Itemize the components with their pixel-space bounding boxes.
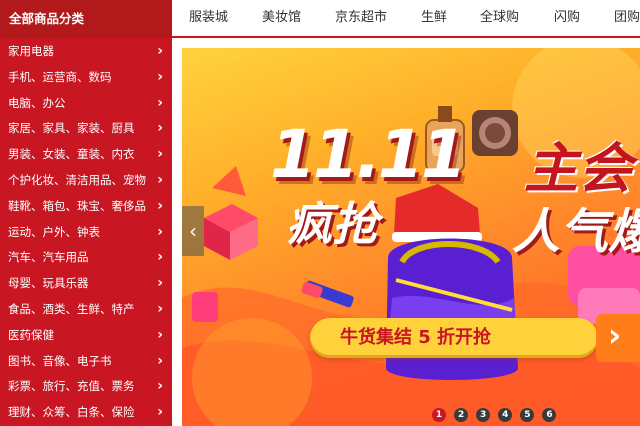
jd-home-page: 全部商品分类 家用电器 › 手机、运营商、数码 › 电脑、办公 › 家居、家具、家装、… (0, 0, 640, 426)
chevron-right-icon: › (157, 404, 163, 421)
category-label: 鞋靴、箱包、珠宝、奢侈品 (8, 198, 146, 213)
category-item[interactable]: 个护化妆、清洁用品、宠物 › (0, 168, 172, 194)
nav-link-apparel[interactable]: 服装城 (189, 0, 228, 36)
chevron-right-icon: › (157, 378, 163, 395)
category-item[interactable]: 运动、户外、钟表 › (0, 220, 172, 246)
category-item[interactable]: 电脑、办公 › (0, 91, 172, 117)
promo-banner[interactable]: 11.11 主会 疯抢 人气爆 牛货集结 5 折开抢 › (182, 48, 640, 426)
chevron-right-icon: › (157, 171, 163, 188)
category-item[interactable]: 家用电器 › (0, 39, 172, 65)
category-item[interactable]: 食品、酒类、生鲜、特产 › (0, 297, 172, 323)
banner-cta-arrow-button[interactable]: › (596, 314, 640, 362)
category-item[interactable]: 家居、家具、家装、厨具 › (0, 116, 172, 142)
chevron-left-icon: ‹ (189, 219, 197, 243)
chevron-right-icon: › (157, 43, 163, 59)
carousel-dot[interactable]: 1 (432, 408, 446, 422)
category-label: 男装、女装、童装、内衣 (8, 147, 135, 162)
category-item[interactable]: 手机、运营商、数码 › (0, 65, 172, 91)
category-sidebar: 全部商品分类 家用电器 › 手机、运营商、数码 › 电脑、办公 › 家居、家具、家装、… (0, 0, 172, 426)
banner-cta-button[interactable]: 牛货集结 5 折开抢 (310, 318, 598, 358)
category-label: 个护化妆、清洁用品、宠物 (8, 172, 146, 187)
chevron-right-icon: › (157, 94, 163, 111)
banner-cta-text: 牛货集结 5 折开抢 (340, 327, 492, 348)
category-item[interactable]: 鞋靴、箱包、珠宝、奢侈品 › (0, 194, 172, 220)
category-item[interactable]: 医药保健 › (0, 323, 172, 349)
category-list: 家用电器 › 手机、运营商、数码 › 电脑、办公 › 家居、家具、家装、厨具 › 男装、… (0, 38, 172, 426)
nav-link-global[interactable]: 全球购 (480, 0, 519, 36)
category-label: 图书、音像、电子书 (8, 353, 112, 368)
nav-link-beauty[interactable]: 美妆馆 (262, 0, 301, 36)
carousel-pagination: 1 2 3 4 5 6 (432, 402, 559, 422)
chevron-right-icon: › (157, 197, 163, 214)
category-label: 家居、家具、家装、厨具 (8, 121, 135, 136)
category-label: 家用电器 (8, 44, 54, 58)
all-categories-title[interactable]: 全部商品分类 (0, 0, 172, 38)
chevron-right-icon: › (157, 352, 163, 369)
category-label: 汽车、汽车用品 (8, 250, 89, 265)
chevron-right-icon: › (157, 223, 163, 240)
category-item[interactable]: 图书、音像、电子书 › (0, 349, 172, 375)
category-label: 理财、众筹、白条、保险 (8, 405, 135, 420)
carousel-prev-button[interactable]: ‹ (182, 206, 204, 256)
nav-link-supermarket[interactable]: 京东超市 (335, 0, 387, 36)
category-label: 医药保健 (8, 327, 54, 342)
top-navigation: 服装城 美妆馆 京东超市 生鲜 全球购 闪购 团购 (172, 0, 640, 38)
category-label: 运动、户外、钟表 (8, 224, 100, 239)
chevron-right-icon: › (157, 120, 163, 137)
chevron-right-icon: › (157, 275, 163, 292)
chevron-right-icon: › (608, 316, 622, 354)
category-label: 电脑、办公 (8, 95, 66, 110)
category-label: 手机、运营商、数码 (8, 69, 112, 84)
chevron-right-icon: › (157, 326, 163, 343)
nav-link-fresh[interactable]: 生鲜 (421, 0, 447, 36)
chevron-right-icon: › (157, 146, 163, 163)
chevron-right-icon: › (157, 68, 163, 85)
category-label: 母婴、玩具乐器 (8, 276, 89, 291)
chevron-right-icon: › (157, 300, 163, 317)
category-item[interactable]: 汽车、汽车用品 › (0, 245, 172, 271)
chevron-right-icon: › (157, 249, 163, 266)
banner-headline-pop: 人气爆 (512, 204, 640, 260)
category-label: 彩票、旅行、充值、票务 (8, 379, 135, 394)
nav-link-group-buy[interactable]: 团购 (614, 0, 640, 36)
category-item[interactable]: 男装、女装、童装、内衣 › (0, 142, 172, 168)
banner-headline-crazy: 疯抢 (286, 197, 378, 251)
banner-headline-date: 11.11 (270, 116, 467, 193)
category-label: 食品、酒类、生鲜、特产 (8, 301, 135, 316)
category-item[interactable]: 母婴、玩具乐器 › (0, 271, 172, 297)
category-item[interactable]: 理财、众筹、白条、保险 › (0, 400, 172, 426)
nav-link-flash-sale[interactable]: 闪购 (554, 0, 580, 36)
carousel-dot[interactable]: 2 (454, 408, 469, 422)
category-item[interactable]: 彩票、旅行、充值、票务 › (0, 374, 172, 400)
